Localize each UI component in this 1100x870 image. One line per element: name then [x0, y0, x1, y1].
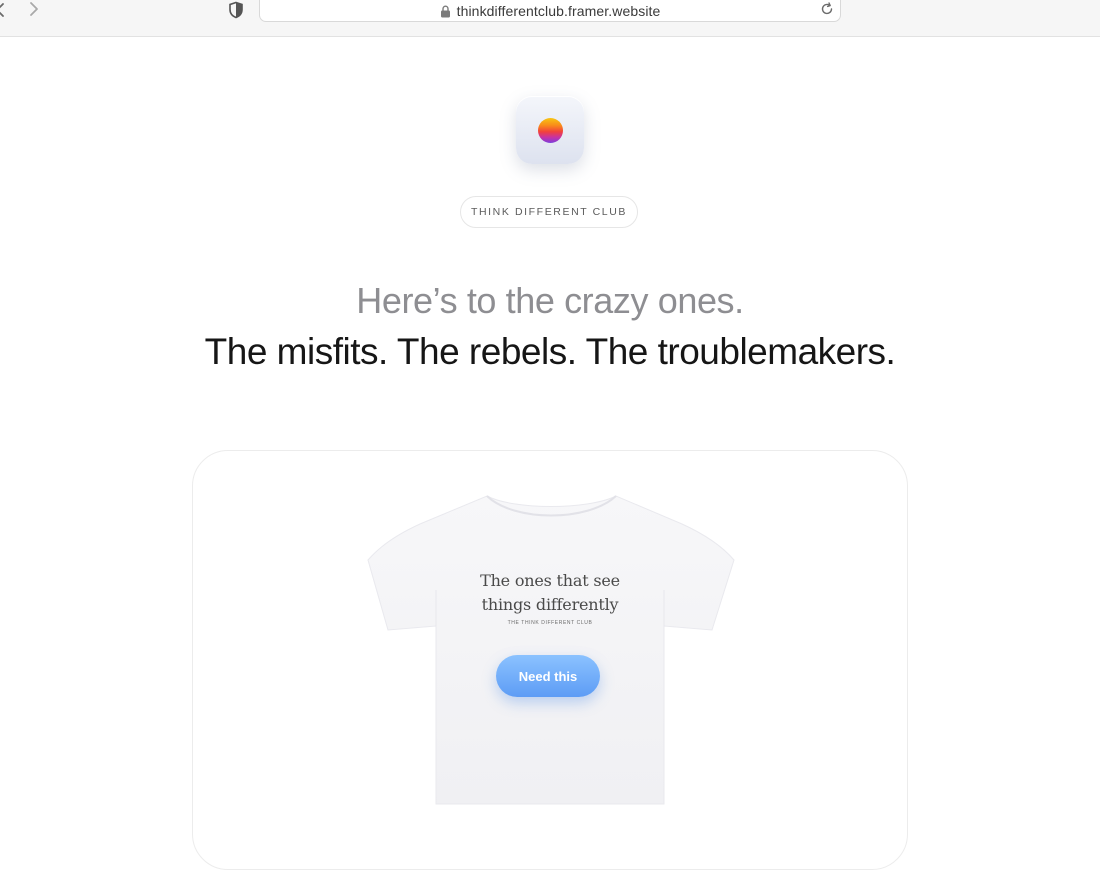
chevron-left-icon [0, 3, 4, 17]
app-logo [516, 96, 584, 164]
shirt-print-line-2: things differently [481, 595, 619, 614]
rainbow-orb-icon [538, 118, 563, 143]
url-text: thinkdifferentclub.framer.website [456, 3, 661, 19]
reload-icon[interactable] [820, 2, 834, 16]
chevron-right-icon [30, 2, 38, 16]
forward-button[interactable] [24, 0, 44, 20]
shield-icon [229, 1, 243, 19]
address-bar[interactable]: thinkdifferentclub.framer.website [259, 0, 841, 22]
lock-icon [440, 4, 450, 17]
need-this-button[interactable]: Need this [496, 655, 600, 697]
browser-toolbar: thinkdifferentclub.framer.website [0, 0, 1100, 37]
headline-muted: Here’s to the crazy ones. [356, 280, 744, 321]
shirt-print-line-1: The ones that see [480, 571, 620, 590]
headline-strong: The misfits. The rebels. The troublemake… [204, 331, 896, 372]
privacy-report-button[interactable] [227, 1, 245, 19]
tshirt-image [367, 495, 735, 805]
shirt-print-small: THE THINK DIFFERENT CLUB [507, 620, 593, 626]
club-badge: THINK DIFFERENT CLUB [460, 196, 638, 228]
back-button[interactable] [0, 0, 10, 20]
